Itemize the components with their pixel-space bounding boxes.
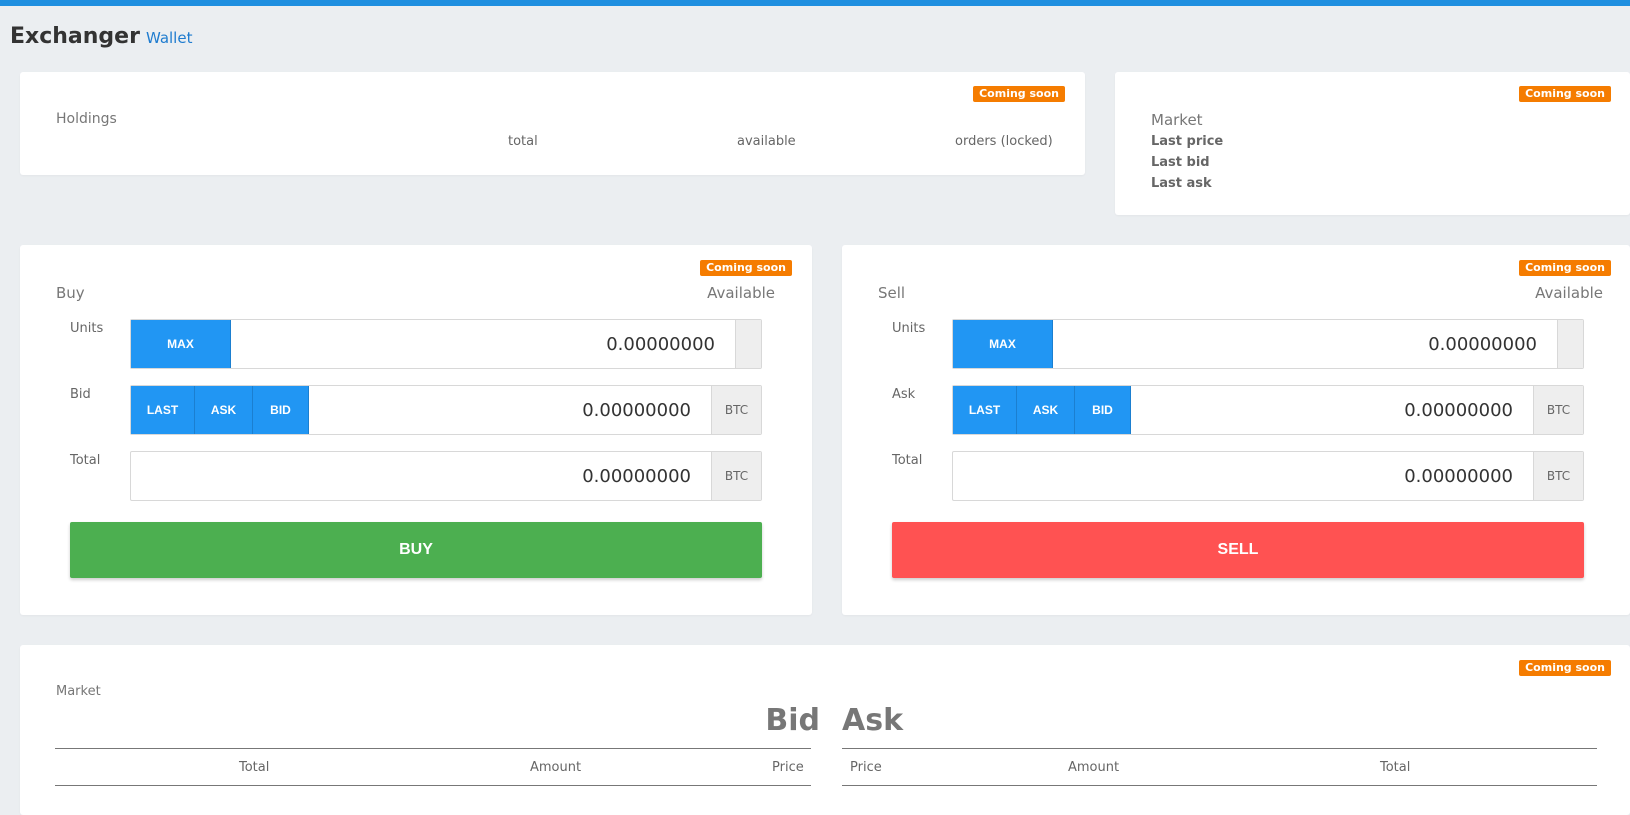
bid-heading: Bid [765, 703, 820, 738]
ask-col-price: Price [850, 760, 882, 775]
buy-bid-group: LAST ASK BID BTC [130, 385, 762, 435]
last-bid-label: Last bid [1151, 155, 1210, 170]
sell-button[interactable]: SELL [892, 522, 1584, 578]
holdings-col-orders-locked: orders (locked) [955, 134, 1053, 149]
buy-units-group: MAX [130, 319, 762, 369]
sell-card: Coming soon Sell Available Units MAX Ask… [842, 245, 1630, 615]
sell-ask-group: LAST ASK BID BTC [952, 385, 1584, 435]
bid-header-rule-bottom [55, 785, 811, 786]
buy-units-addon [735, 320, 761, 368]
holdings-col-total: total [508, 134, 538, 149]
buy-available-label: Available [707, 284, 775, 302]
buy-max-button[interactable]: MAX [131, 320, 231, 368]
buy-button[interactable]: BUY [70, 522, 762, 578]
last-ask-label: Last ask [1151, 176, 1212, 191]
buy-units-label: Units [70, 321, 104, 336]
buy-total-currency: BTC [711, 452, 761, 500]
coming-soon-badge: Coming soon [973, 86, 1065, 102]
coming-soon-badge: Coming soon [700, 260, 792, 276]
sell-title: Sell [878, 284, 906, 302]
buy-units-input[interactable] [231, 320, 735, 368]
bid-col-amount: Amount [530, 760, 582, 775]
holdings-card: Coming soon Holdings total available ord… [20, 72, 1085, 175]
buy-card: Coming soon Buy Available Units MAX Bid … [20, 245, 812, 615]
coming-soon-badge: Coming soon [1519, 660, 1611, 676]
sell-max-button[interactable]: MAX [953, 320, 1053, 368]
bid-header-rule-top [55, 748, 811, 749]
coming-soon-badge: Coming soon [1519, 260, 1611, 276]
sell-units-label: Units [892, 321, 926, 336]
sell-ask-button[interactable]: ASK [1017, 386, 1075, 434]
wallet-link[interactable]: Wallet [146, 29, 193, 47]
buy-title: Buy [56, 284, 85, 302]
sell-total-input[interactable] [953, 452, 1533, 500]
page-header: Exchanger Wallet [10, 24, 192, 49]
sell-ask-currency: BTC [1533, 386, 1583, 434]
sell-bid-button[interactable]: BID [1075, 386, 1131, 434]
holdings-col-available: available [737, 134, 796, 149]
sell-units-addon [1557, 320, 1583, 368]
coming-soon-badge: Coming soon [1519, 86, 1611, 102]
top-accent-bar [0, 0, 1630, 6]
sell-ask-input[interactable] [1131, 386, 1533, 434]
market-summary-title: Market [1151, 111, 1203, 129]
sell-total-currency: BTC [1533, 452, 1583, 500]
holdings-title: Holdings [56, 111, 117, 127]
sell-total-group: BTC [952, 451, 1584, 501]
sell-last-button[interactable]: LAST [953, 386, 1017, 434]
sell-total-label: Total [892, 453, 923, 468]
last-price-label: Last price [1151, 134, 1224, 149]
buy-ask-button[interactable]: ASK [195, 386, 253, 434]
buy-bid-currency: BTC [711, 386, 761, 434]
sell-units-group: MAX [952, 319, 1584, 369]
order-book-card: Coming soon Market Bid Ask Total Amount … [20, 645, 1630, 815]
sell-ask-label: Ask [892, 387, 916, 402]
bid-col-total: Total [239, 760, 270, 775]
ask-col-amount: Amount [1068, 760, 1120, 775]
buy-bid-button[interactable]: BID [253, 386, 309, 434]
sell-units-input[interactable] [1053, 320, 1557, 368]
buy-last-button[interactable]: LAST [131, 386, 195, 434]
ask-header-rule-top [842, 748, 1597, 749]
order-book-title: Market [56, 684, 101, 699]
ask-heading: Ask [842, 703, 904, 738]
buy-bid-input[interactable] [309, 386, 711, 434]
buy-bid-label: Bid [70, 387, 91, 402]
page-title: Exchanger [10, 24, 140, 49]
buy-total-group: BTC [130, 451, 762, 501]
bid-col-price: Price [772, 760, 804, 775]
ask-col-total: Total [1380, 760, 1411, 775]
ask-header-rule-bottom [842, 785, 1597, 786]
market-summary-card: Coming soon Market Last price Last bid L… [1115, 72, 1630, 215]
sell-available-label: Available [1535, 284, 1603, 302]
buy-total-input[interactable] [131, 452, 711, 500]
buy-total-label: Total [70, 453, 101, 468]
